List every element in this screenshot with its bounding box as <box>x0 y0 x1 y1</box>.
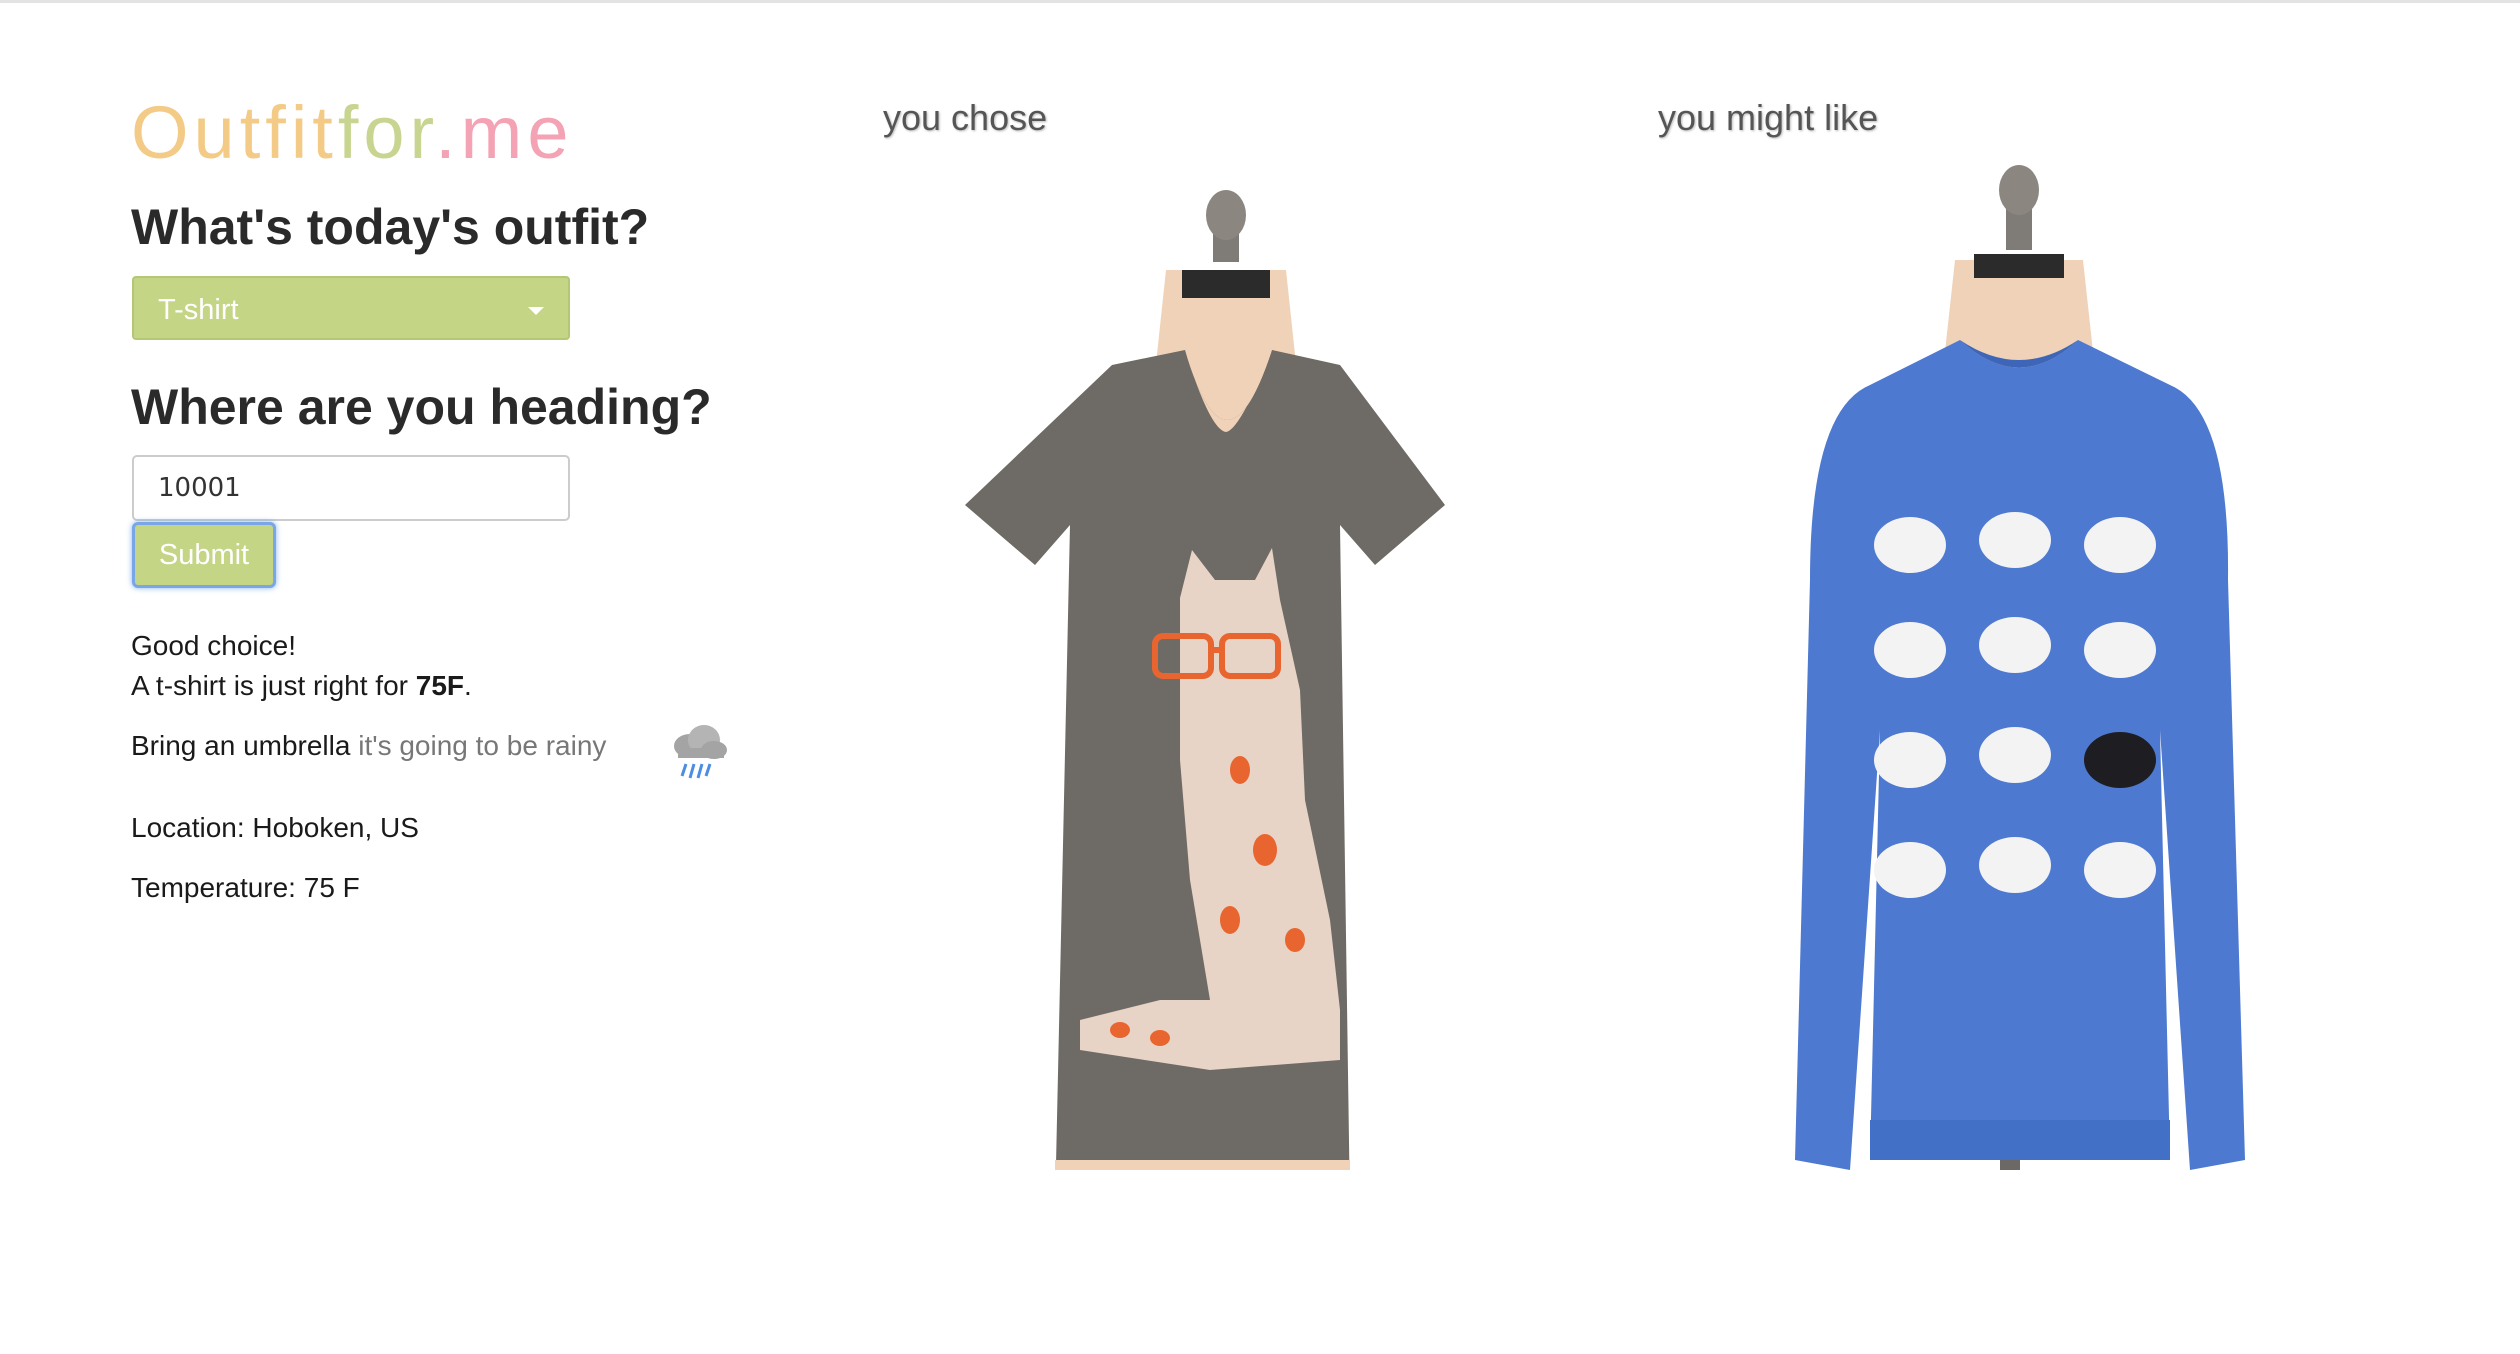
result-temp-suffix: . <box>464 670 472 701</box>
outfit-select-value: T-shirt <box>158 294 239 326</box>
logo-part-for: for <box>337 91 436 174</box>
you-chose-title: you chose <box>883 97 1048 138</box>
logo-part-outfit: Outfit <box>131 91 338 174</box>
site-logo[interactable]: Outfitfor.me <box>131 88 751 178</box>
logo-part-me: .me <box>435 91 574 174</box>
submit-button[interactable]: Submit <box>132 522 276 588</box>
result-temp-prefix: A t-shirt is just right for <box>131 670 416 701</box>
temperature-text: Temperature: 75 F <box>131 872 360 903</box>
chosen-tshirt-image[interactable] <box>910 160 1550 1170</box>
suggested-sweater-image[interactable] <box>1700 160 2340 1170</box>
rain-cloud-icon <box>674 725 727 779</box>
you-might-like-title: you might like <box>1658 97 1879 138</box>
top-divider <box>0 0 2520 3</box>
umbrella-note: it's going to be rainy <box>358 730 607 761</box>
outfit-select[interactable]: T-shirt <box>132 276 570 340</box>
outfit-question: What's today's outfit? <box>131 199 650 255</box>
umbrella-advice: Bring an umbrella it's going to be rainy <box>131 730 606 762</box>
umbrella-main: Bring an umbrella <box>131 730 351 761</box>
result-temp-value: 75F <box>415 670 464 701</box>
result-temperature-line: A t-shirt is just right for 75F. <box>131 670 472 702</box>
chevron-down-icon <box>528 307 544 315</box>
location-text: Location: Hoboken, US <box>131 812 419 843</box>
result-good-choice: Good choice! <box>131 630 296 661</box>
destination-question: Where are you heading? <box>131 379 712 435</box>
sidebar-panel: Outfitfor.me What's today's outfit? T-sh… <box>131 80 751 903</box>
zip-input[interactable] <box>132 455 570 521</box>
